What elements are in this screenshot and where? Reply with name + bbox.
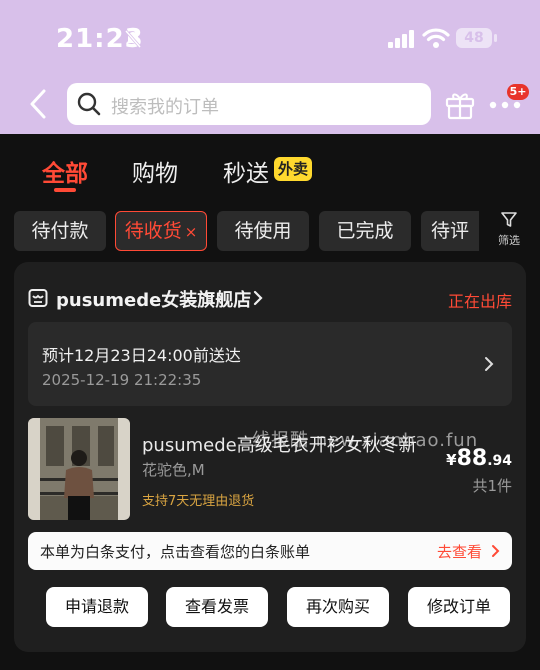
chevron-right-icon — [485, 357, 494, 371]
return-policy: 支持7天无理由退货 — [142, 494, 255, 509]
baitiao-notice[interactable]: 本单为白条支付，点击查看您的白条账单 去查看 — [28, 532, 512, 570]
signal-icon — [388, 30, 414, 48]
filter-pending-receipt-label: 待收货 — [124, 220, 182, 242]
wifi-icon — [422, 28, 450, 48]
header-area: 21:23 48 搜索我的订单 5+ — [0, 0, 540, 134]
product-variant: 花驼色,M — [142, 461, 205, 479]
search-placeholder: 搜索我的订单 — [111, 97, 219, 118]
clear-filter-icon[interactable]: × — [185, 223, 198, 241]
chevron-right-icon — [492, 545, 500, 557]
status-bar: 21:23 48 — [0, 0, 540, 78]
more-options-icon[interactable] — [488, 100, 522, 110]
product-photo — [28, 418, 130, 520]
order-card[interactable]: pusumede女装旗舰店 正在出库 预计12月23日24:00前送达 2025… — [14, 262, 526, 652]
takeout-tag: 外卖 — [274, 157, 313, 181]
order-time: 2025-12-19 21:22:35 — [42, 371, 202, 389]
back-arrow-icon[interactable] — [26, 88, 50, 120]
shop-icon — [28, 289, 48, 307]
shop-name[interactable]: pusumede女装旗舰店 — [56, 286, 251, 312]
shop-chevron-icon — [253, 290, 263, 306]
filter-to-use[interactable]: 待使用 — [217, 211, 309, 251]
filter-pending-receipt[interactable]: 待收货 × — [115, 211, 207, 251]
delivery-estimate: 预计12月23日24:00前送达 — [42, 346, 241, 365]
filter-button[interactable]: 筛选 — [492, 211, 526, 248]
filter-pending-payment[interactable]: 待付款 — [14, 211, 106, 251]
search-icon — [77, 92, 101, 116]
filter-label: 筛选 — [498, 234, 520, 247]
active-tab-indicator — [54, 188, 76, 192]
baitiao-view-link[interactable]: 去查看 — [437, 541, 482, 562]
tab-instant-delivery[interactable]: 秒送 — [223, 154, 269, 188]
price-currency: ¥ — [446, 451, 457, 469]
filter-funnel-icon — [501, 212, 517, 227]
product-image[interactable] — [28, 418, 130, 520]
mute-bell-icon — [124, 30, 142, 48]
delivery-info[interactable]: 预计12月23日24:00前送达 2025-12-19 21:22:35 — [28, 322, 512, 406]
battery-tip — [494, 34, 497, 42]
tab-all[interactable]: 全部 — [42, 154, 88, 188]
baitiao-text: 本单为白条支付，点击查看您的白条账单 — [40, 543, 311, 561]
request-refund-button[interactable]: 申请退款 — [46, 587, 148, 627]
order-status: 正在出库 — [447, 292, 512, 311]
watermark: 线报酷 new.xianbao.fun — [252, 430, 479, 451]
tab-shopping[interactable]: 购物 — [132, 154, 178, 188]
product-quantity: 共1件 — [472, 477, 512, 495]
notification-badge: 5+ — [507, 84, 529, 100]
gift-icon[interactable] — [444, 88, 476, 120]
modify-order-button[interactable]: 修改订单 — [408, 587, 510, 627]
buy-again-button[interactable]: 再次购买 — [287, 587, 389, 627]
price-decimal: .94 — [487, 453, 512, 469]
search-input[interactable]: 搜索我的订单 — [67, 83, 431, 125]
battery-indicator: 48 — [456, 28, 492, 48]
filter-completed[interactable]: 已完成 — [319, 211, 411, 251]
filter-to-review[interactable]: 待评 — [421, 211, 479, 251]
view-invoice-button[interactable]: 查看发票 — [166, 587, 268, 627]
